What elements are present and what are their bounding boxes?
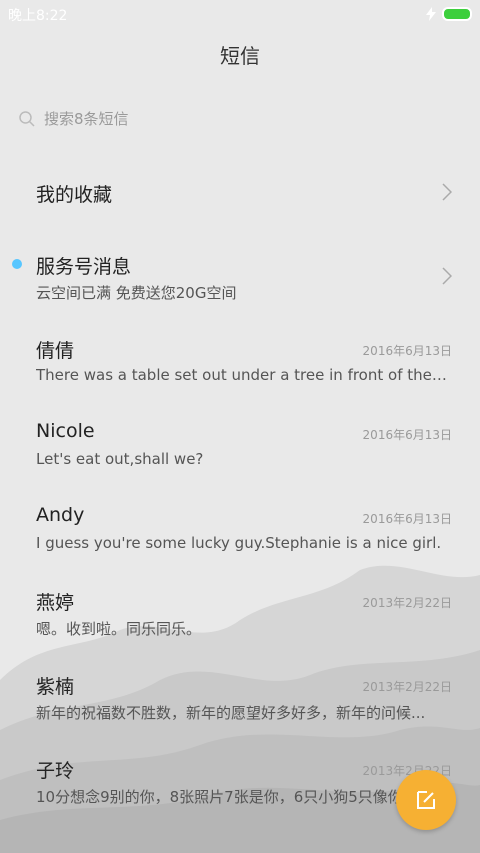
item-date: 2016年6月13日 — [362, 428, 452, 442]
list-item-favorites[interactable]: 我的收藏 — [0, 150, 480, 234]
compose-icon — [417, 791, 435, 809]
chevron-right-icon — [442, 183, 452, 201]
unread-dot — [12, 259, 22, 269]
chevron-right-icon — [442, 267, 452, 285]
item-name: 燕婷 — [36, 592, 75, 614]
page-title: 短信 — [220, 44, 260, 68]
search-bar[interactable]: 搜索8条短信 — [0, 100, 480, 136]
list-item[interactable]: 倩倩 2016年6月13日 There was a table set out … — [0, 318, 480, 402]
item-preview: 云空间已满 免费送您20G空间 — [36, 284, 237, 302]
item-date: 2013年2月22日 — [362, 680, 452, 694]
list-item[interactable]: 燕婷 2013年2月22日 嗯。收到啦。同乐同乐。 — [0, 570, 480, 654]
list-item[interactable]: 紫楠 2013年2月22日 新年的祝福数不胜数，新年的愿望好多好多，新年的问候.… — [0, 654, 480, 738]
item-preview: 新年的祝福数不胜数，新年的愿望好多好多，新年的问候... — [36, 704, 426, 722]
item-date: 2016年6月13日 — [362, 344, 452, 358]
item-name: 我的收藏 — [36, 184, 113, 206]
status-icons — [426, 7, 472, 21]
battery-icon — [442, 7, 472, 21]
item-name: 子玲 — [36, 760, 75, 782]
search-icon — [19, 111, 35, 127]
item-preview: 10分想念9别的你，8张照片7张是你，6只小狗5只像你 — [36, 788, 403, 806]
list-item[interactable]: Andy 2016年6月13日 I guess you're some luck… — [0, 486, 480, 570]
item-date: 2016年6月13日 — [362, 512, 452, 526]
bolt-icon — [426, 7, 436, 21]
list-item-service[interactable]: 服务号消息 云空间已满 免费送您20G空间 — [0, 234, 480, 318]
item-preview: I guess you're some lucky guy.Stephanie … — [36, 534, 442, 552]
status-bar: 晚上8:22 — [0, 0, 480, 28]
item-name: Nicole — [36, 420, 95, 442]
item-date: 2013年2月22日 — [362, 596, 452, 610]
status-time: 晚上8:22 — [8, 8, 68, 24]
search-input[interactable]: 搜索8条短信 — [44, 108, 129, 129]
item-preview: 嗯。收到啦。同乐同乐。 — [36, 620, 202, 638]
list-item[interactable]: Nicole 2016年6月13日 Let's eat out,shall we… — [0, 402, 480, 486]
item-preview: There was a table set out under a tree i… — [36, 366, 448, 384]
item-name: 紫楠 — [36, 676, 75, 698]
item-preview: Let's eat out,shall we? — [36, 450, 204, 468]
item-name: 倩倩 — [36, 340, 75, 362]
item-name: 服务号消息 — [36, 256, 132, 278]
compose-button[interactable] — [396, 770, 456, 830]
item-name: Andy — [36, 504, 85, 526]
